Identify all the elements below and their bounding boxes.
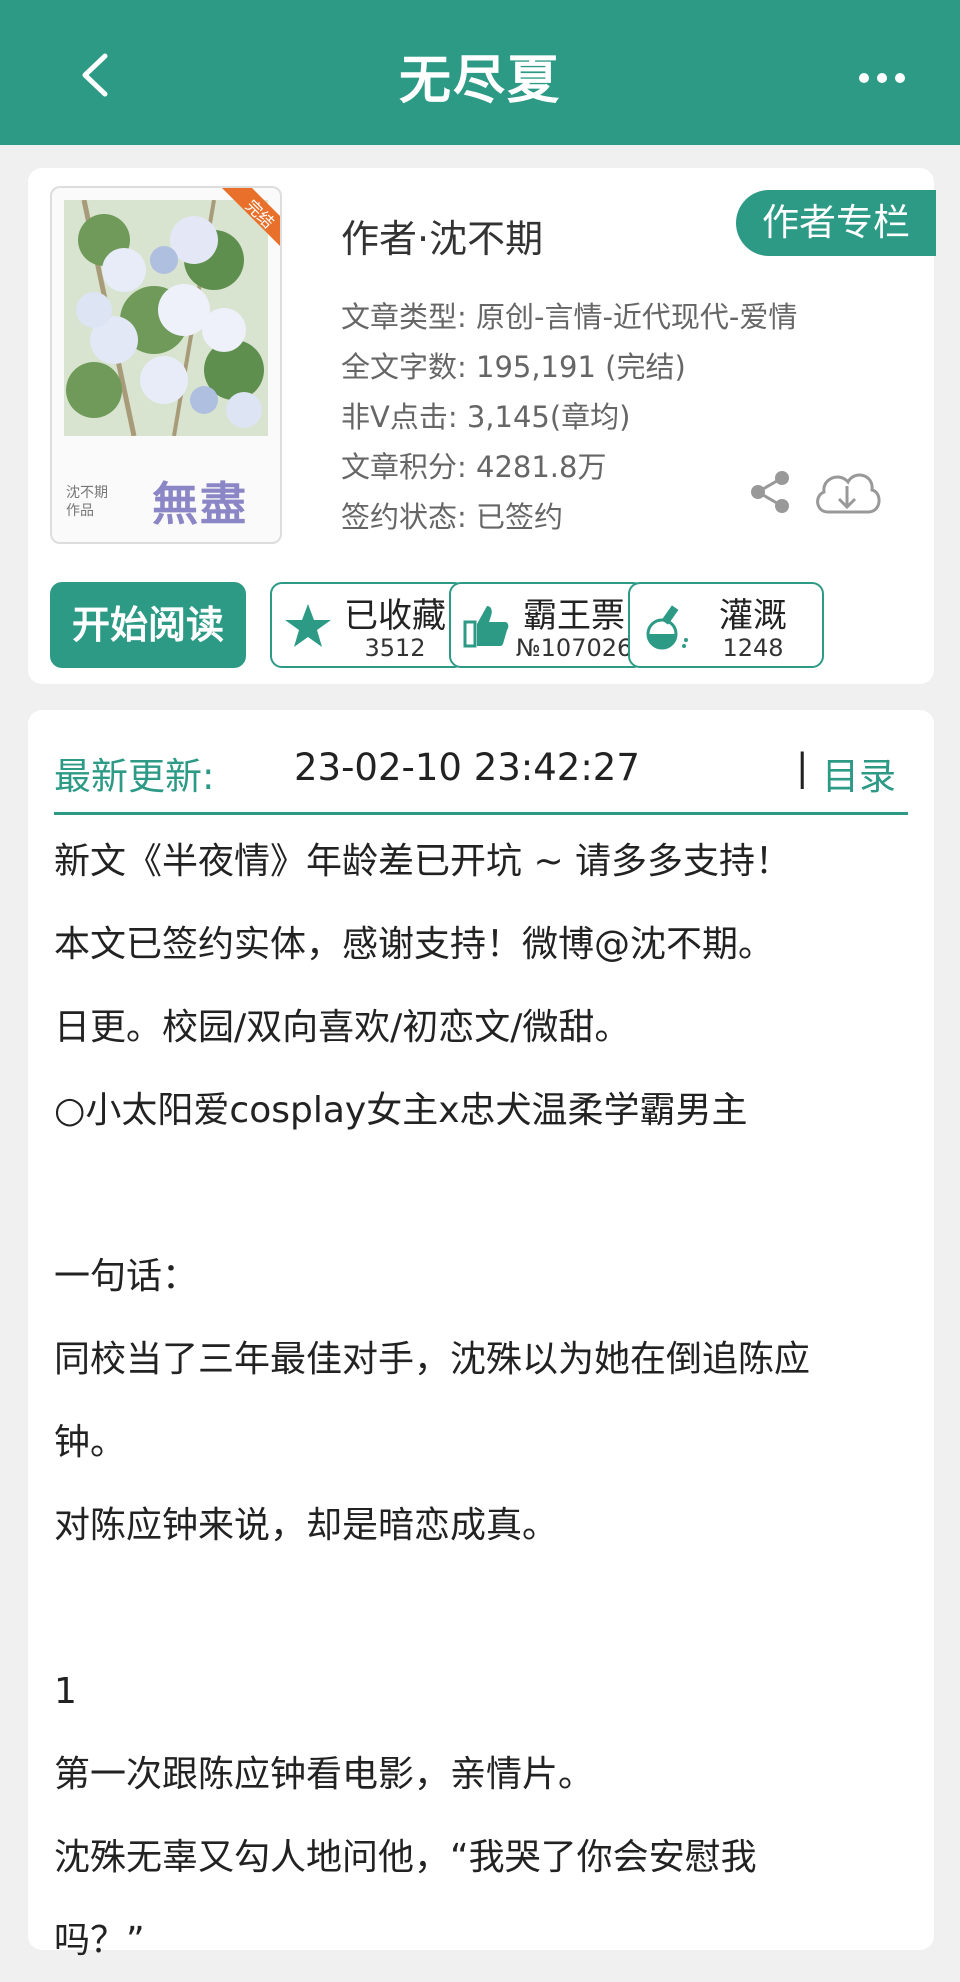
update-separator: | — [796, 746, 809, 789]
table-of-contents-button[interactable]: 目录 — [822, 746, 896, 800]
meta-score: 文章积分: 4281.8万 — [341, 450, 607, 484]
intro-line: 1 — [54, 1671, 77, 1712]
intro-line: ○小太阳爱cosplay女主x忠犬温柔学霸男主 — [54, 1090, 748, 1131]
ticket-label: 霸王票 — [523, 596, 625, 636]
top-bar: 无尽夏 — [0, 0, 960, 145]
irrigate-button[interactable]: 灌溉 1248 — [628, 582, 824, 668]
star-icon — [285, 604, 331, 647]
intro-line: 一句话： — [54, 1256, 199, 1297]
intro-line: 钟。 — [54, 1422, 127, 1463]
intro-blank-line — [54, 1152, 914, 1235]
nutrient-bottle-icon — [646, 605, 688, 650]
more-menu-button[interactable] — [842, 48, 922, 108]
meta-clicks: 非V点击: 3,145(章均) — [341, 400, 631, 434]
dot-icon — [859, 73, 869, 83]
favorite-count: 3512 — [364, 634, 426, 662]
latest-update-label: 最新更新: — [54, 755, 215, 798]
thumbs-up-icon — [463, 606, 509, 648]
intro-blank-line — [54, 1567, 914, 1650]
meta-word-count: 全文字数: 195,191 (完结) — [341, 350, 686, 384]
irrigate-label: 灌溉 — [719, 596, 787, 636]
book-cover[interactable]: 完结 沈不期 作品 無盡夏 — [50, 186, 282, 544]
book-info-card: 完结 沈不期 作品 無盡夏 作者·沈不期 作者专栏 文章类型: 原创-言情-近代… — [28, 168, 936, 684]
dot-icon — [877, 73, 887, 83]
favorite-label: 已收藏 — [344, 596, 446, 636]
author-column-button[interactable]: 作者专栏 — [736, 190, 936, 256]
intro-line: 本文已签约实体，感谢支持！微博@沈不期。 — [54, 924, 775, 965]
latest-update-time: 23-02-10 23:42:27 — [294, 746, 640, 789]
meta-contract: 签约状态: 已签约 — [341, 500, 563, 534]
completed-badge: 完结 — [222, 188, 280, 246]
cover-author-name: 沈不期 — [66, 485, 108, 501]
book-intro: 新文《半夜情》年龄差已开坑 ~ 请多多支持！ 本文已签约实体，感谢支持！微博@沈… — [54, 820, 914, 1982]
action-row: 开始阅读 已收藏 3512 霸王票 №107026 灌溉 1248 — [50, 582, 916, 668]
ticket-count: №107026 — [515, 634, 633, 662]
intro-card: 最新更新: 23-02-10 23:42:27 | 目录 新文《半夜情》年龄差已… — [28, 710, 934, 1961]
intro-line: 新文《半夜情》年龄差已开坑 ~ 请多多支持！ — [54, 841, 792, 882]
intro-line: 对陈应钟来说，却是暗恋成真。 — [54, 1505, 559, 1546]
favorite-button[interactable]: 已收藏 3512 — [270, 582, 466, 668]
cloud-download-icon[interactable] — [810, 464, 884, 520]
page-title: 无尽夏 — [398, 51, 561, 111]
meta-type: 文章类型: 原创-言情-近代现代-爱情 — [341, 300, 798, 334]
cover-title: 無盡夏 — [152, 477, 248, 531]
intro-line: 第一次跟陈应钟看电影，亲情片。 — [54, 1754, 595, 1795]
ticket-button[interactable]: 霸王票 №107026 — [449, 582, 645, 668]
book-meta: 文章类型: 原创-言情-近代现代-爱情 全文字数: 195,191 (完结) 非… — [341, 292, 797, 542]
dot-icon — [895, 73, 905, 83]
cover-author: 沈不期 作品 — [66, 484, 108, 520]
intro-line: 日更。校园/双向喜欢/初恋文/微甜。 — [54, 1007, 631, 1048]
intro-line: 沈殊无辜又勾人地问他，“我哭了你会安慰我 — [54, 1837, 757, 1878]
intro-line: 吗？” — [54, 1920, 145, 1961]
share-icon[interactable] — [746, 468, 794, 516]
irrigate-count: 1248 — [722, 634, 784, 662]
author-name[interactable]: 作者·沈不期 — [341, 208, 543, 263]
cover-author-suffix: 作品 — [66, 503, 94, 519]
intro-line: 同校当了三年最佳对手，沈殊以为她在倒追陈应 — [54, 1339, 811, 1380]
latest-update-row[interactable]: 最新更新: 23-02-10 23:42:27 | 目录 — [54, 732, 908, 815]
start-reading-button[interactable]: 开始阅读 — [50, 582, 246, 668]
